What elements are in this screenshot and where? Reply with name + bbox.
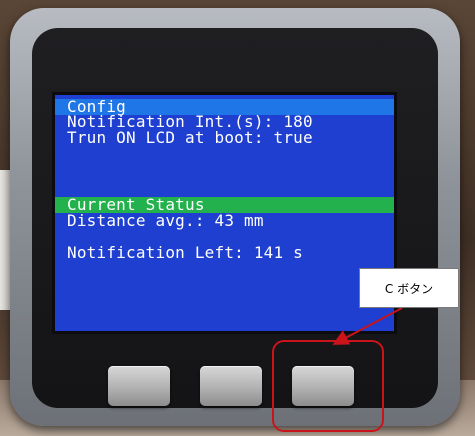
notification-left-line: Notification Left: 141 s xyxy=(67,243,303,262)
callout-label: C ボタン xyxy=(384,281,434,296)
distance-avg-line: Distance avg.: 43 mm xyxy=(67,211,264,230)
lcd-at-boot-line: Trun ON LCD at boot: true xyxy=(67,128,313,147)
lcd-screen: Config Notification Int.(s): 180 Trun ON… xyxy=(52,92,397,334)
c-button-highlight-box xyxy=(272,340,384,432)
c-button-callout: C ボタン xyxy=(359,268,459,308)
a-button[interactable] xyxy=(108,366,170,406)
b-button[interactable] xyxy=(200,366,262,406)
photo-scene: Config Notification Int.(s): 180 Trun ON… xyxy=(0,0,475,436)
